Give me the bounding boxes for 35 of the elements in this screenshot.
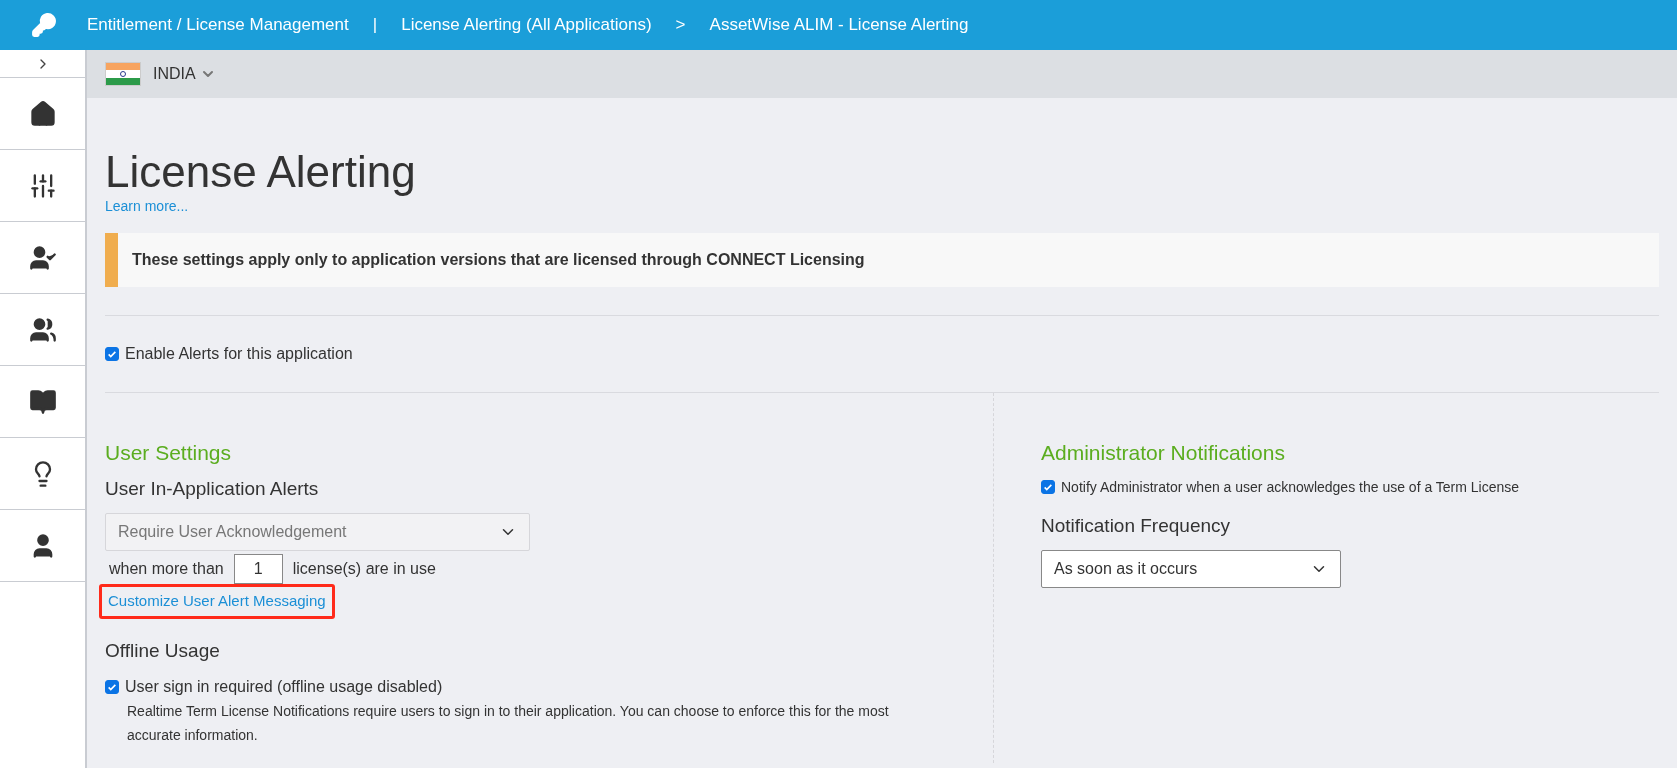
breadcrumb-link[interactable]: Entitlement / License Management [87,12,349,38]
breadcrumb-link[interactable]: AssetWise ALIM - License Alerting [709,12,969,38]
section-heading: Administrator Notifications [1041,440,1286,466]
home-icon[interactable] [28,99,57,128]
checkbox[interactable] [105,347,119,361]
checkbox[interactable] [105,680,119,694]
users-icon[interactable] [28,315,57,344]
checkbox[interactable] [1041,480,1055,494]
book-icon[interactable] [28,387,57,416]
subheading: Offline Usage [105,638,221,663]
sign-in-description: Realtime Term License Notifications require users to sign in to their application. You can choose to enforce this for the most accurate information. [127,702,890,745]
threshold-suffix: license(s) are in use [292,559,436,579]
check-mark-icon [1043,482,1053,492]
enable-alerts-label: Enable Alerts for this application [125,344,353,364]
sign-in-label: User sign in required (offline usage disabled) [125,677,443,697]
page-title: License Alerting [105,148,417,196]
breadcrumb-separator: > [675,14,686,37]
learn-more-link[interactable]: Learn more... [105,196,189,217]
section-heading: User Settings [105,440,233,466]
threshold-prefix: when more than [109,559,224,579]
subheading: User In-Application Alerts [105,476,320,501]
customize-messaging-link[interactable]: Customize User Alert Messaging [99,584,335,619]
dropdown[interactable]: As soon as it occurs [1041,550,1341,588]
threshold-input[interactable]: 1 [233,554,283,584]
subheading: Notification Frequency [1041,513,1232,538]
region-dropdown[interactable]: INDIA [153,62,216,86]
notice-text: These settings apply only to application versions that are licensed through CONNECT Licensing [132,250,865,270]
flag-icon [105,62,141,86]
breadcrumb-separator: | [372,14,378,37]
breadcrumb-link[interactable]: License Alerting (All Applications) [401,12,652,38]
check-mark-icon [107,349,117,359]
notify-label: Notify Administrator when a user acknowledges the use of a Term License [1061,477,1520,497]
check-mark-icon [107,682,117,692]
sliders-icon[interactable] [28,171,57,200]
user-check-icon[interactable] [28,243,57,272]
